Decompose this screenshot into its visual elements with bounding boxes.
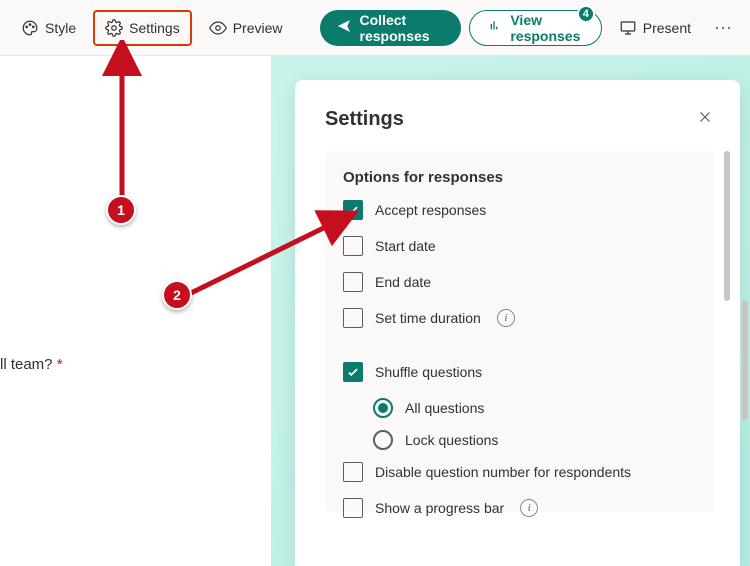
present-icon [619,19,637,37]
present-label: Present [643,20,691,36]
required-mark: * [57,356,63,373]
more-button[interactable]: ··· [708,17,738,38]
view-label: View responses [510,12,584,44]
eye-icon [209,19,227,37]
opt-disable-question-number[interactable]: Disable question number for respondents [343,462,696,482]
content-area: ll team? * Settings Options for response… [0,56,750,566]
style-label: Style [45,20,76,36]
checkbox-progress[interactable] [343,498,363,518]
panel-title: Settings [325,108,404,131]
preview-button[interactable]: Preview [200,10,292,46]
opt-label: Show a progress bar [375,500,504,516]
panel-scrollbar[interactable] [724,151,730,301]
info-icon[interactable]: i [497,309,515,327]
close-button[interactable] [696,108,714,131]
style-button[interactable]: Style [12,10,85,46]
checkbox-start[interactable] [343,236,363,256]
form-canvas: ll team? * [0,56,271,566]
checkbox-disable-num[interactable] [343,462,363,482]
opt-label: End date [375,274,431,290]
question-text-fragment: ll team? * [0,356,63,373]
opt-label: Shuffle questions [375,364,482,380]
checkbox-end[interactable] [343,272,363,292]
opt-accept-responses[interactable]: Accept responses [343,200,696,220]
toolbar: Style Settings Preview Collect responses… [0,0,750,56]
opt-label: Accept responses [375,202,486,218]
palette-icon [21,19,39,37]
page-scrollbar[interactable] [742,300,748,420]
response-count-badge: 4 [577,5,595,23]
preview-label: Preview [233,20,283,36]
opt-time-duration[interactable]: Set time duration i [343,308,696,328]
collect-responses-button[interactable]: Collect responses [320,10,462,46]
radio-lock-questions[interactable]: Lock questions [373,430,696,450]
collect-label: Collect responses [360,12,446,44]
opt-label: Start date [375,238,436,254]
gear-icon [105,19,123,37]
send-icon [336,18,352,37]
opt-label: All questions [405,400,484,416]
opt-label: Disable question number for respondents [375,464,631,480]
checkbox-accept[interactable] [343,200,363,220]
close-icon [696,113,714,130]
settings-panel-backdrop: Settings Options for responses Accept re… [271,56,750,566]
checkbox-duration[interactable] [343,308,363,328]
present-button[interactable]: Present [610,10,700,46]
checkbox-shuffle[interactable] [343,362,363,382]
settings-label: Settings [129,20,180,36]
info-icon[interactable]: i [520,499,538,517]
opt-progress-bar[interactable]: Show a progress bar i [343,498,696,518]
radio-lock[interactable] [373,430,393,450]
panel-body: Options for responses Accept responses S… [325,151,714,511]
opt-label: Set time duration [375,310,481,326]
settings-panel: Settings Options for responses Accept re… [295,80,740,566]
radio-all[interactable] [373,398,393,418]
chart-icon [486,18,502,37]
view-responses-button[interactable]: View responses 4 [469,10,601,46]
opt-start-date[interactable]: Start date [343,236,696,256]
opt-shuffle-questions[interactable]: Shuffle questions [343,362,696,382]
ellipsis-icon: ··· [714,17,732,37]
settings-button[interactable]: Settings [93,10,192,46]
section-title: Options for responses [343,169,696,186]
opt-label: Lock questions [405,432,498,448]
radio-all-questions[interactable]: All questions [373,398,696,418]
opt-end-date[interactable]: End date [343,272,696,292]
